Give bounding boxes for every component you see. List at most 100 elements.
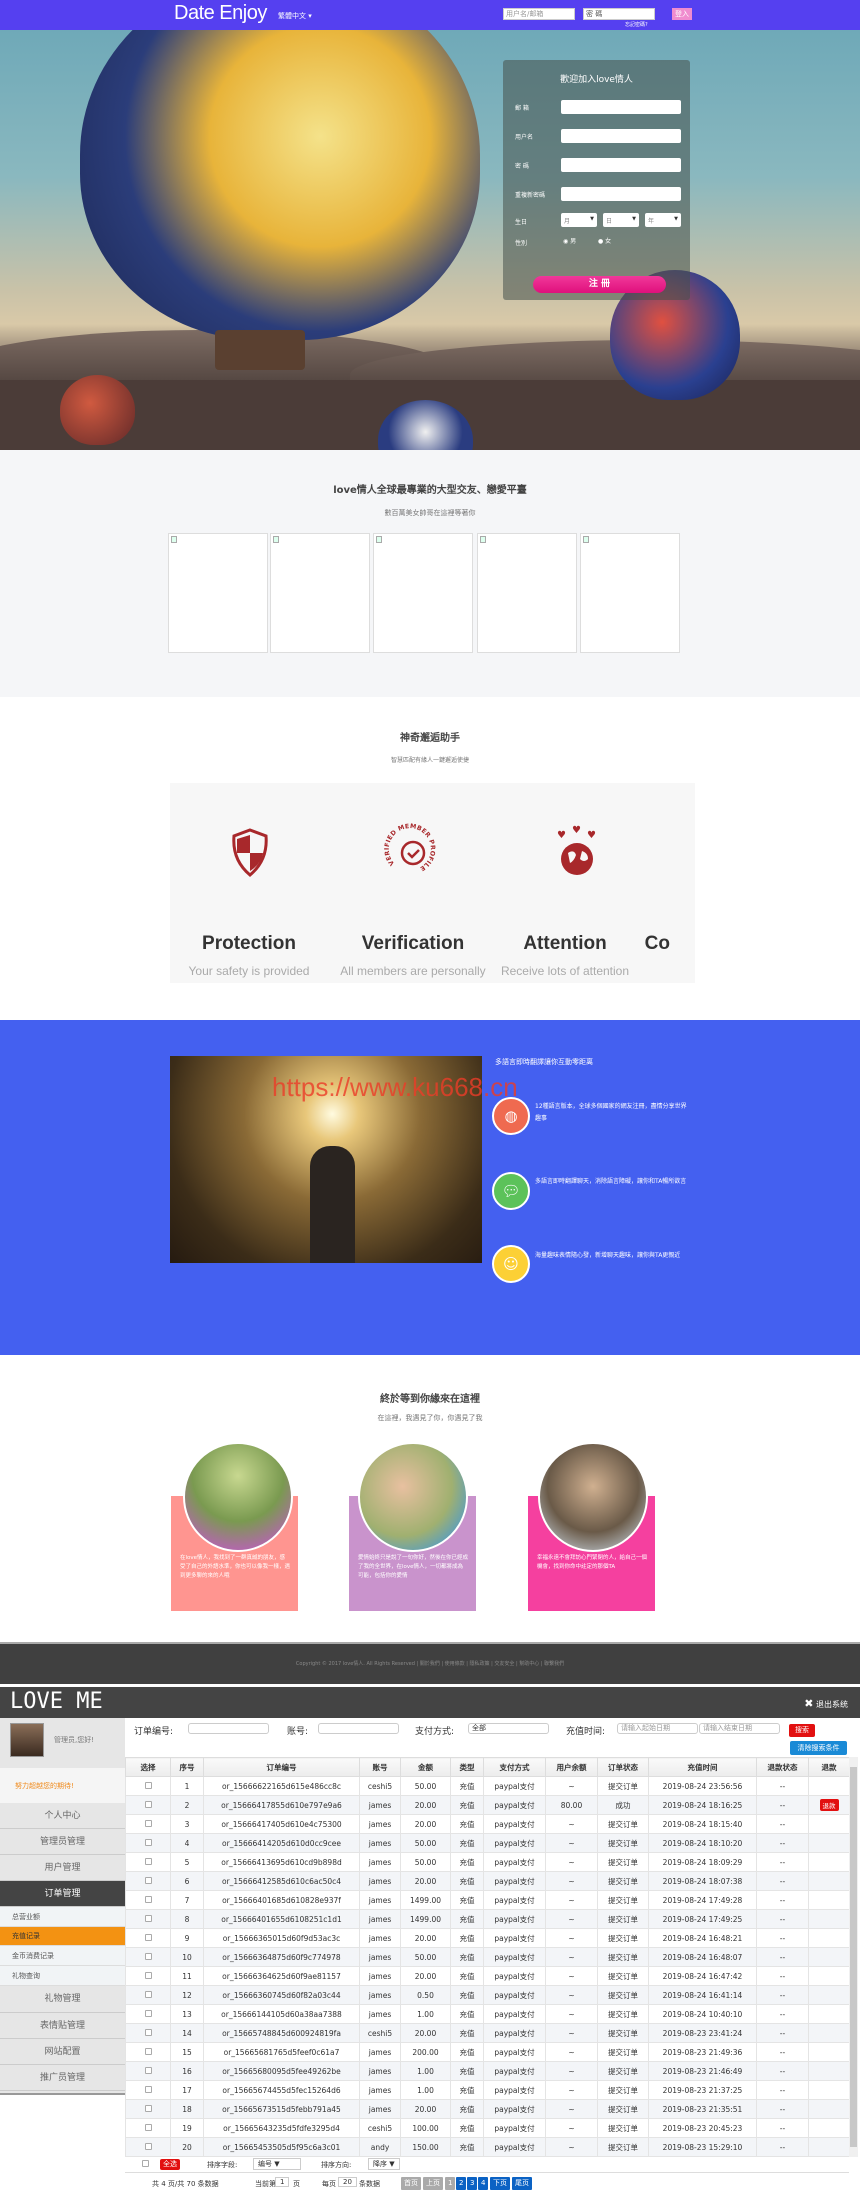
login-button[interactable]: 登入: [672, 8, 692, 20]
password-field[interactable]: [561, 158, 681, 172]
forgot-password-link[interactable]: 忘記密碼?: [625, 21, 648, 28]
broken-image-icon: [171, 536, 177, 543]
column-header[interactable]: 类型: [450, 1757, 484, 1777]
sort-field-select[interactable]: 编号 ▼: [253, 2158, 301, 2170]
row-checkbox[interactable]: [144, 2047, 152, 2055]
row-checkbox[interactable]: [144, 1857, 152, 1865]
pay-method-input[interactable]: 全部: [468, 1723, 549, 1734]
row-checkbox[interactable]: [144, 2066, 152, 2074]
sidebar-item-orders[interactable]: 订单管理: [0, 1881, 125, 1907]
column-header[interactable]: 订单状态: [597, 1757, 649, 1777]
logout-button[interactable]: ✖ 退出系统: [804, 1697, 848, 1710]
column-header[interactable]: 选择: [125, 1757, 171, 1777]
cell-pay-method: paypal支付: [483, 1909, 546, 1929]
account-input[interactable]: [318, 1723, 399, 1734]
cell-status: 提交订单: [597, 2061, 649, 2081]
sidebar-item-users[interactable]: 用户管理: [0, 1855, 125, 1881]
clear-filters-button[interactable]: 清除搜索条件: [790, 1741, 847, 1755]
column-header[interactable]: 支付方式: [483, 1757, 546, 1777]
email-field[interactable]: [561, 100, 681, 114]
column-header[interactable]: 退款状态: [756, 1757, 809, 1777]
column-header[interactable]: 充值时间: [648, 1757, 757, 1777]
member-photo[interactable]: [580, 533, 680, 653]
first-page-button[interactable]: 首页: [401, 2177, 421, 2190]
select-all-checkbox[interactable]: [142, 2160, 149, 2167]
birth-year-select[interactable]: 年 ▼: [645, 213, 681, 227]
birth-day-select[interactable]: 日 ▼: [603, 213, 639, 227]
register-button[interactable]: 注 冊: [533, 276, 666, 293]
next-page-button[interactable]: 下页: [490, 2177, 510, 2190]
sidebar-subitem-coin-spend[interactable]: 金币消费记录: [0, 1946, 125, 1966]
select-all-button[interactable]: 全选: [160, 2159, 180, 2170]
member-photo[interactable]: [168, 533, 268, 653]
last-page-button[interactable]: 尾页: [512, 2177, 532, 2190]
column-header[interactable]: 金额: [400, 1757, 451, 1777]
cell-refund: [808, 2004, 850, 2024]
hot-air-balloon-image: [60, 375, 135, 445]
username-field[interactable]: [561, 129, 681, 143]
language-selector[interactable]: 繁體中文 ▾: [278, 11, 312, 21]
cell-time: 2019-08-24 18:10:20: [648, 1833, 757, 1853]
current-page-input[interactable]: 1: [275, 2177, 290, 2187]
prev-page-button[interactable]: 上页: [423, 2177, 443, 2190]
page-4-button[interactable]: 4: [478, 2177, 489, 2190]
sidebar-item-site-config[interactable]: 网站配置: [0, 2039, 125, 2065]
site-logo[interactable]: Date Enjoy: [174, 2, 267, 25]
cell-index: 12: [170, 1985, 204, 2005]
search-button[interactable]: 搜索: [789, 1724, 815, 1737]
row-checkbox[interactable]: [144, 2028, 152, 2036]
row-checkbox[interactable]: [144, 2009, 152, 2017]
per-page-input[interactable]: 20: [338, 2177, 357, 2187]
confirm-password-field[interactable]: [561, 187, 681, 201]
row-checkbox[interactable]: [144, 1838, 152, 1846]
member-photo[interactable]: [373, 533, 473, 653]
row-checkbox[interactable]: [144, 1895, 152, 1903]
column-header[interactable]: 序号: [170, 1757, 204, 1777]
row-checkbox[interactable]: [144, 1933, 152, 1941]
sidebar-item-admins[interactable]: 管理员管理: [0, 1829, 125, 1855]
sidebar-item-profile[interactable]: 个人中心: [0, 1803, 125, 1829]
row-checkbox[interactable]: [144, 1819, 152, 1827]
member-photo[interactable]: [270, 533, 370, 653]
row-checkbox[interactable]: [144, 1914, 152, 1922]
sidebar-subitem-gift-query[interactable]: 礼物查询: [0, 1966, 125, 1986]
column-header[interactable]: 用户余额: [545, 1757, 598, 1777]
column-header[interactable]: 账号: [359, 1757, 401, 1777]
sidebar-item-promoters[interactable]: 推广员管理: [0, 2065, 125, 2091]
cell-account: james: [359, 1852, 401, 1872]
page-3-button[interactable]: 3: [467, 2177, 478, 2190]
scrollbar-thumb[interactable]: [850, 1767, 857, 2147]
start-date-input[interactable]: 请输入起始日期: [617, 1723, 698, 1734]
sidebar-item-gifts[interactable]: 礼物管理: [0, 1986, 125, 2013]
row-checkbox[interactable]: [144, 2104, 152, 2112]
username-input[interactable]: 用户名/邮箱: [503, 8, 575, 20]
table-scrollbar[interactable]: [849, 1757, 858, 2157]
row-checkbox[interactable]: [144, 2123, 152, 2131]
member-photo[interactable]: [477, 533, 577, 653]
sidebar-subitem-revenue[interactable]: 总营业额: [0, 1907, 125, 1927]
gender-female-radio[interactable]: ● 女: [598, 236, 611, 245]
row-checkbox[interactable]: [144, 1800, 152, 1808]
birth-month-select[interactable]: 月 ▼: [561, 213, 597, 227]
page-1-button[interactable]: 1: [445, 2177, 456, 2190]
column-header[interactable]: 订单编号: [203, 1757, 360, 1777]
password-input[interactable]: 密 碼: [583, 8, 655, 20]
column-header[interactable]: 退款: [808, 1757, 850, 1777]
page-2-button[interactable]: 2: [456, 2177, 467, 2190]
cell-account: james: [359, 1928, 401, 1948]
row-checkbox[interactable]: [144, 1952, 152, 1960]
sidebar-item-stickers[interactable]: 表情贴管理: [0, 2013, 125, 2039]
row-checkbox[interactable]: [144, 1990, 152, 1998]
order-no-input[interactable]: [188, 1723, 269, 1734]
sidebar-subitem-recharge[interactable]: 充值记录: [0, 1927, 125, 1946]
cell-time: 2019-08-23 23:41:24: [648, 2023, 757, 2043]
gender-male-radio[interactable]: ◉ 男: [563, 236, 576, 245]
row-checkbox[interactable]: [144, 1876, 152, 1884]
end-date-input[interactable]: 请输入结束日期: [699, 1723, 780, 1734]
row-checkbox[interactable]: [144, 1971, 152, 1979]
row-checkbox[interactable]: [144, 2142, 152, 2150]
row-checkbox[interactable]: [144, 2085, 152, 2093]
refund-button[interactable]: 退款: [819, 1799, 839, 1811]
row-checkbox[interactable]: [144, 1781, 152, 1789]
sort-direction-select[interactable]: 降序 ▼: [368, 2158, 400, 2170]
